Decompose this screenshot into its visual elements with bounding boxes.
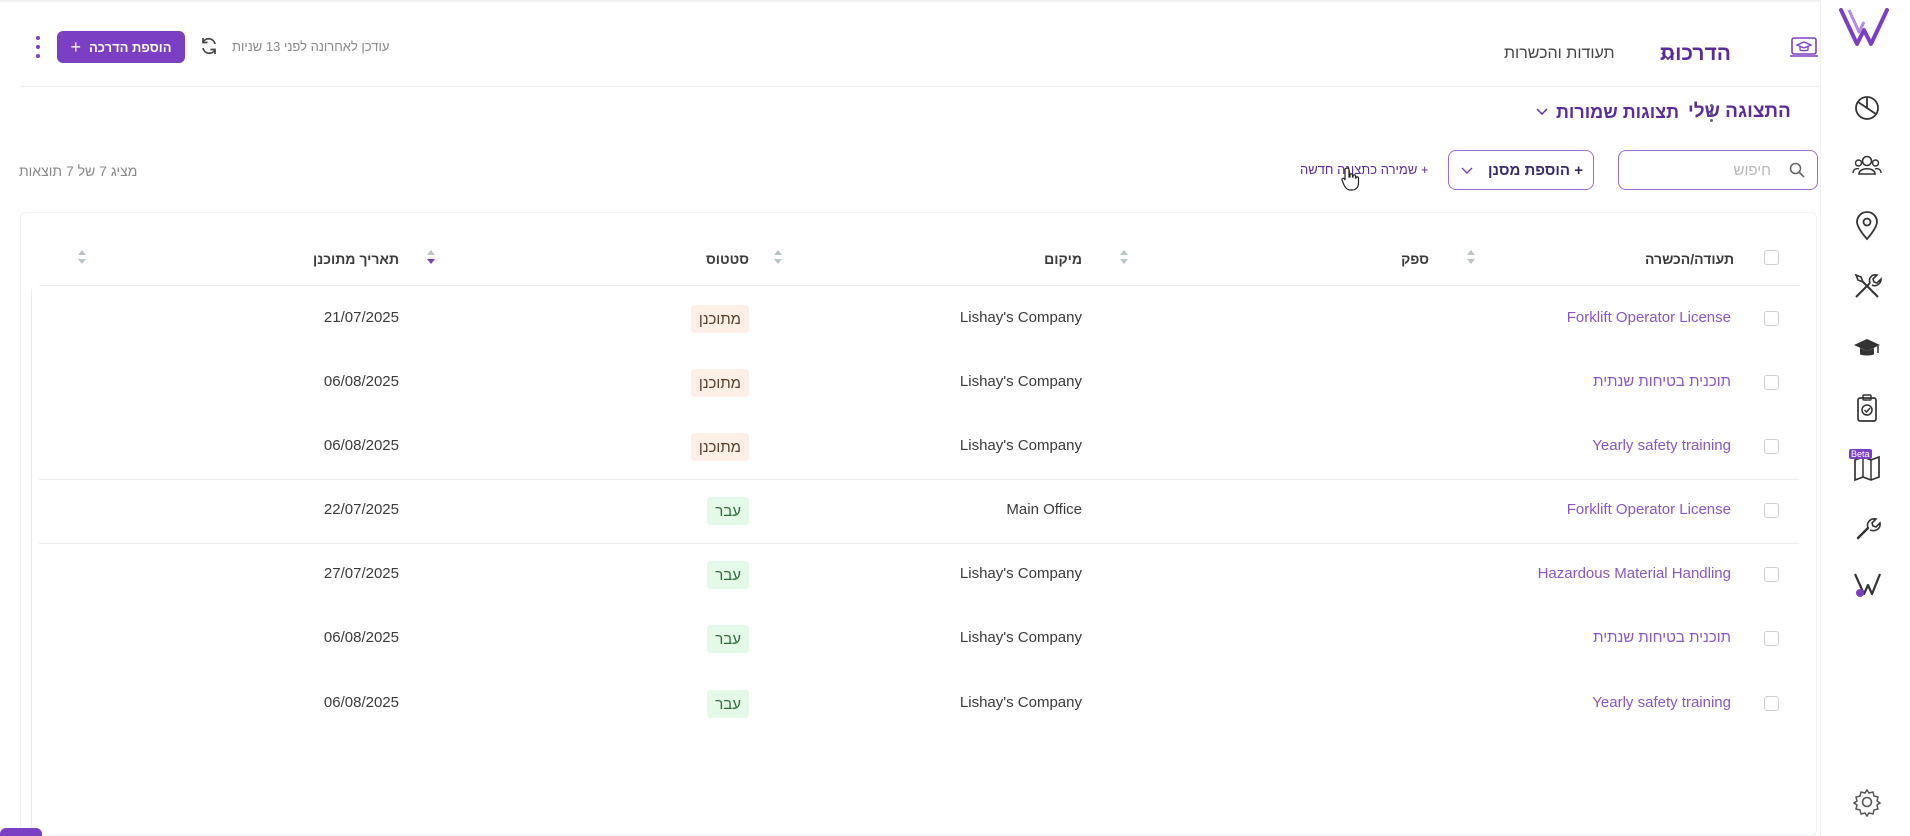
location-cell: Main Office [1006,501,1082,518]
chevron-down-icon [1461,167,1473,174]
save-as-new-view-link[interactable]: + שמירה כתצוגה חדשה [1300,162,1429,177]
row-checkbox[interactable] [1764,567,1779,582]
beta-badge: Beta [1849,449,1872,459]
tab-certifications[interactable]: תעודות והכשרות [1504,45,1615,63]
sort-icon[interactable] [426,249,436,265]
table-header: תעודה/הכשרה ספק מיקום סטטוס תאריך מתוכנן [39,229,1799,286]
location-cell: Lishay's Company [959,309,1082,326]
top-header: הדרכות תעודות והכשרות עודכן לאחרונה לפני… [0,0,1820,87]
graduation-cap-icon[interactable] [1851,332,1883,364]
hand-cursor-icon [1341,167,1360,191]
certification-link[interactable]: Yearly safety training [1592,437,1731,454]
certification-link[interactable]: Hazardous Material Handling [1538,565,1731,582]
refresh-icon[interactable] [199,36,219,56]
table-row[interactable]: תוכנית בטיחות שנתית Lishay's Company עבר… [39,607,1799,671]
dashboard-icon[interactable] [1851,92,1883,124]
planned-date-cell: 06/08/2025 [323,629,399,646]
sort-icon[interactable] [773,249,783,265]
location-cell: Lishay's Company [959,565,1082,582]
certification-link[interactable]: Yearly safety training [1592,694,1731,711]
row-checkbox[interactable] [1764,503,1779,518]
planned-date-cell: 06/08/2025 [323,694,399,711]
last-updated-text: עודכן לאחרונה לפני 13 שניות [232,39,390,54]
column-header-planned-date[interactable]: תאריך מתוכנן [313,251,399,267]
brand-v-icon[interactable] [1851,568,1883,600]
status-badge: עבר [707,625,749,653]
location-cell: Lishay's Company [959,373,1082,390]
certification-link[interactable]: Forklift Operator License [1567,309,1731,326]
plus-icon: + [70,37,81,57]
location-cell: Lishay's Company [959,629,1082,646]
more-options-icon[interactable] [30,36,46,58]
row-checkbox[interactable] [1764,631,1779,646]
add-training-button[interactable]: הוספת הדרכה + [57,31,185,63]
planned-date-cell: 06/08/2025 [323,437,399,454]
row-checkbox[interactable] [1764,439,1779,454]
status-badge: עבר [707,690,749,718]
brand-logo[interactable] [1837,4,1891,50]
add-filter-dropdown[interactable]: + הוספת מסנן [1448,150,1594,190]
column-header-location[interactable]: מיקום [1044,251,1082,267]
column-header-status[interactable]: סטטוס [706,251,749,267]
saved-views-dropdown[interactable]: תצוגות שמורות [1556,102,1679,123]
search-field[interactable] [1618,150,1818,190]
add-filter-label: + הוספת מסנן [1488,162,1583,179]
my-view-title[interactable]: התצוגה שלי [1688,101,1791,123]
location-pin-icon[interactable] [1851,210,1883,242]
planned-date-cell: 27/07/2025 [323,565,399,582]
sort-icon[interactable] [1119,249,1129,265]
location-cell: Lishay's Company [959,694,1082,711]
side-navigation: Beta [1820,0,1910,836]
certification-link[interactable]: תוכנית בטיחות שנתית [1593,373,1731,390]
chevron-down-icon[interactable] [1536,108,1548,116]
certification-link[interactable]: תוכנית בטיחות שנתית [1593,629,1731,646]
people-icon[interactable] [1851,150,1883,182]
header-divider [20,86,1820,87]
column-header-certification[interactable]: תעודה/הכשרה [1645,251,1734,267]
table-row[interactable]: Yearly safety training Lishay's Company … [39,672,1799,736]
table-left-border [31,289,32,829]
status-badge: עבר [707,497,749,525]
sort-icon[interactable] [77,249,87,265]
help-tab[interactable] [0,828,42,836]
course-screen-icon [1790,37,1818,57]
row-checkbox[interactable] [1764,375,1779,390]
status-badge: מתוכנן [690,433,749,461]
add-training-label: הוספת הדרכה [89,39,172,55]
table-row[interactable]: Hazardous Material Handling Lishay's Com… [39,543,1799,607]
search-icon [1789,162,1805,178]
view-options-icon[interactable] [1707,104,1715,122]
column-header-supplier[interactable]: ספק [1401,251,1429,267]
table-row[interactable]: תוכנית בטיחות שנתית Lishay's Company מתו… [39,351,1799,415]
planned-date-cell: 22/07/2025 [323,501,399,518]
status-badge: עבר [707,561,749,589]
search-input[interactable] [1631,161,1771,179]
certification-link[interactable]: Forklift Operator License [1567,501,1731,518]
tools-icon[interactable] [1851,270,1883,302]
wrench-icon[interactable] [1851,512,1883,544]
table-row[interactable]: Forklift Operator License Lishay's Compa… [39,287,1799,351]
sort-icon[interactable] [1466,249,1476,265]
table-row[interactable]: Forklift Operator License Main Office עב… [39,479,1799,543]
status-badge: מתוכנן [690,369,749,397]
status-badge: מתוכנן [690,305,749,333]
certifications-table: תעודה/הכשרה ספק מיקום סטטוס תאריך מתוכנן… [20,212,1817,836]
location-cell: Lishay's Company [959,437,1082,454]
planned-date-cell: 06/08/2025 [323,373,399,390]
results-count: מציג 7 של 7 תוצאות [19,163,138,179]
clipboard-check-icon[interactable] [1851,392,1883,424]
planned-date-cell: 21/07/2025 [323,309,399,326]
map-icon[interactable]: Beta [1849,449,1883,484]
table-row[interactable]: Yearly safety training Lishay's Company … [39,415,1799,479]
settings-icon[interactable] [1851,786,1883,818]
select-all-checkbox[interactable] [1764,250,1779,265]
row-checkbox[interactable] [1764,696,1779,711]
chevron-down-icon[interactable] [1661,51,1675,61]
row-checkbox[interactable] [1764,311,1779,326]
